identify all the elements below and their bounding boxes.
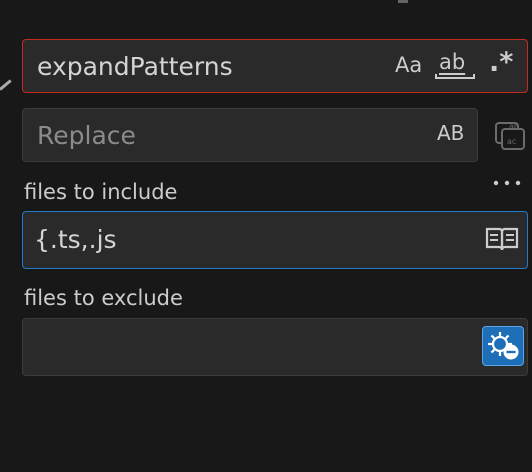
find-input-box[interactable]: expandPatterns Aa ab .* <box>22 39 528 93</box>
exclude-input-box[interactable] <box>22 318 528 376</box>
regex-label: .* <box>489 47 514 78</box>
book-icon[interactable] <box>485 225 519 253</box>
svg-text:ab: ab <box>509 122 519 131</box>
top-edge-mark <box>398 0 408 3</box>
files-to-include-label: files to include <box>24 180 178 204</box>
preserve-case-toggle[interactable]: AB <box>437 123 464 143</box>
find-input[interactable]: expandPatterns <box>37 40 233 94</box>
replace-input-box[interactable]: Replace AB <box>22 108 478 162</box>
match-case-toggle[interactable]: Aa <box>395 55 422 76</box>
gear-exclude-icon[interactable] <box>482 326 524 366</box>
search-panel: expandPatterns Aa ab .* Replace AB ab ac <box>0 0 532 472</box>
regex-toggle[interactable]: .* <box>489 49 513 76</box>
include-input-box[interactable]: {.ts,.js <box>22 211 528 269</box>
replace-input[interactable]: Replace <box>37 109 136 163</box>
whole-word-underline <box>435 74 475 79</box>
include-input[interactable]: {.ts,.js <box>34 212 117 268</box>
whole-word-label: ab <box>439 50 466 74</box>
files-to-exclude-label: files to exclude <box>24 286 183 310</box>
replace-all-icon[interactable]: ab ac <box>492 117 528 153</box>
collapse-toggle-mark[interactable] <box>0 79 12 91</box>
svg-text:ac: ac <box>507 137 516 146</box>
match-whole-word-toggle[interactable]: ab <box>435 50 475 79</box>
ellipsis-icon[interactable] <box>492 174 524 186</box>
